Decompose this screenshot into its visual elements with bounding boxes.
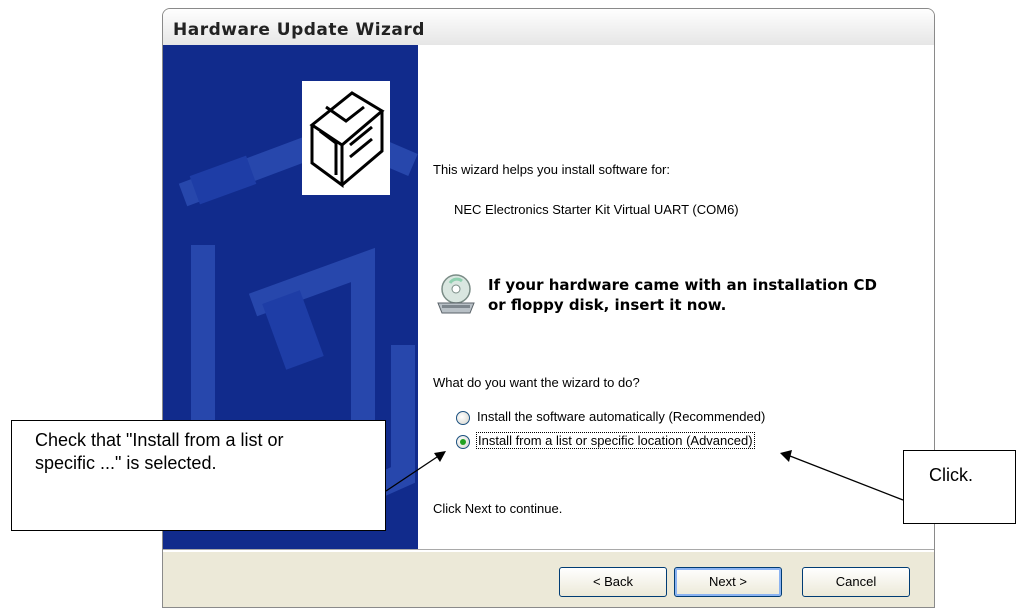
arrow-to-next (789, 455, 904, 501)
arrow-to-radio-head (434, 451, 446, 462)
arrow-to-radio (385, 454, 441, 492)
callout-arrows (385, 450, 904, 501)
arrow-to-next-head (780, 450, 792, 462)
